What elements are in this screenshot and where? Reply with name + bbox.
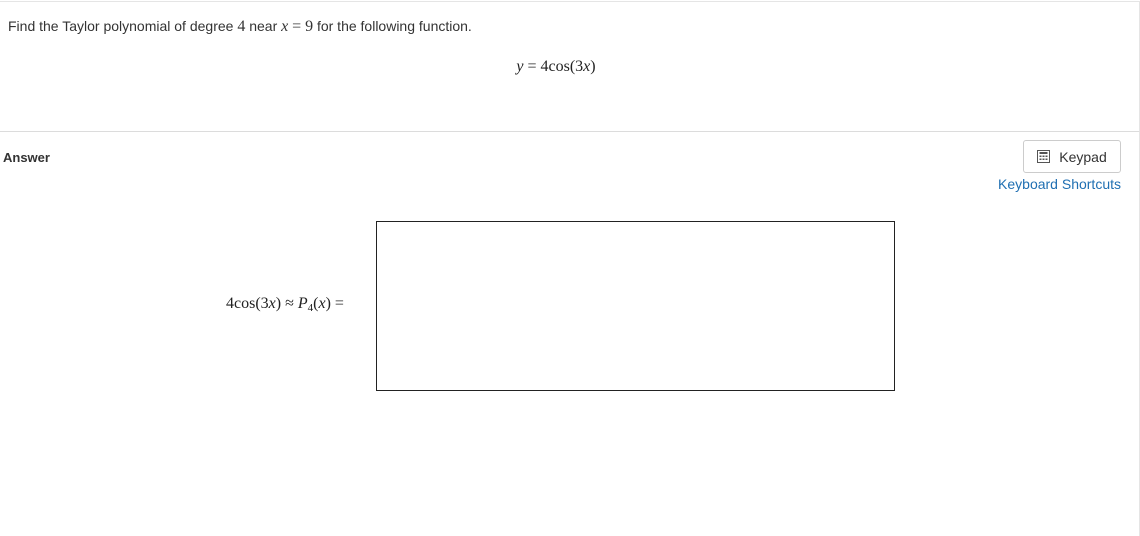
equation-coef: 4cos(3	[540, 58, 584, 75]
function-equation: y = 4cos(3x)	[0, 58, 1112, 76]
question-panel: Find the Taylor polynomial of degree 4 n…	[0, 1, 1140, 132]
question-prefix: Find the Taylor polynomial of degree	[8, 18, 234, 34]
equation-equals: =	[527, 58, 537, 75]
lhs-variable: x	[268, 295, 276, 312]
polynomial-variable: x	[318, 295, 326, 312]
polynomial-close: )	[325, 295, 331, 312]
approx-symbol: ≈	[285, 295, 294, 312]
lhs-close: )	[275, 295, 282, 312]
question-equals: =	[292, 18, 302, 35]
answer-label: Answer	[3, 150, 50, 165]
keypad-button[interactable]: Keypad	[1023, 140, 1121, 173]
equation-lhs: y	[516, 58, 524, 75]
keypad-label: Keypad	[1059, 148, 1107, 165]
calculator-icon	[1037, 150, 1051, 163]
question-suffix: for the following function.	[316, 18, 472, 34]
polynomial-name: P	[297, 295, 308, 312]
answer-input[interactable]	[376, 221, 895, 391]
keyboard-shortcuts-link[interactable]: Keyboard Shortcuts	[998, 176, 1121, 192]
question-degree: 4	[237, 18, 246, 35]
question-text: Find the Taylor polynomial of degree 4 n…	[8, 18, 472, 36]
question-center: 9	[305, 18, 314, 35]
equation-close: )	[590, 58, 596, 75]
question-variable: x	[281, 18, 289, 35]
question-near-word: near	[249, 18, 278, 34]
answer-equals: =	[334, 295, 344, 312]
lhs-coef: 4cos(3	[226, 295, 269, 312]
answer-expression: 4cos(3x) ≈ P4(x) =	[226, 295, 344, 314]
